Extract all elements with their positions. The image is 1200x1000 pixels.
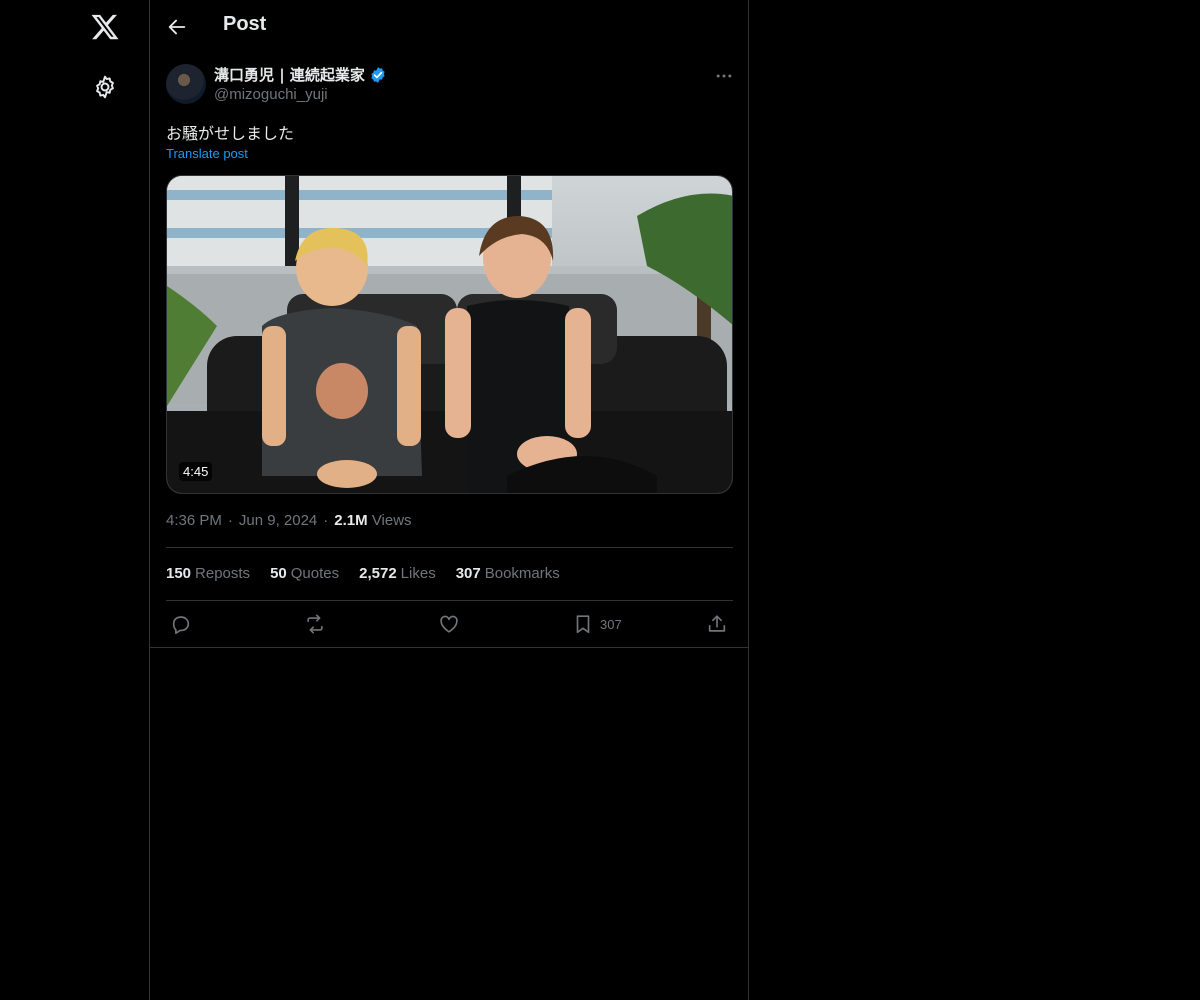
author-handle[interactable]: @mizoguchi_yuji [214, 86, 328, 103]
x-logo-icon[interactable] [90, 12, 120, 42]
post-author: 溝口勇児 | 連続起業家 @mizoguchi_yuji [166, 64, 734, 108]
author-name-row: 溝口勇児 | 連続起業家 [214, 64, 387, 85]
gear-icon[interactable] [92, 74, 118, 100]
post-column: Post 溝口勇児 | 連続起業家 @mizoguchi_yuji お騒がせしま… [149, 0, 749, 1000]
arrow-left-icon[interactable] [166, 16, 188, 38]
meta-separator: · [323, 512, 329, 529]
bookmark-icon [576, 615, 590, 634]
views-count: 2.1M [334, 512, 368, 529]
page-title: Post [223, 13, 267, 35]
reply-icon [172, 616, 190, 634]
post-actions: 307 [166, 612, 733, 638]
bookmarks-label: Bookmarks [484, 565, 560, 582]
meta-separator: · [227, 512, 233, 529]
reply-button[interactable] [170, 612, 192, 636]
repost-button[interactable] [304, 612, 326, 636]
quotes-label: Quotes [290, 565, 340, 582]
likes-stat[interactable]: 2,572 Likes [359, 565, 436, 582]
repost-icon [307, 614, 323, 634]
verified-badge-icon[interactable] [369, 66, 387, 84]
author-display-name[interactable]: 溝口勇児 | 連続起業家 [214, 64, 365, 85]
translate-post-link[interactable]: Translate post [166, 146, 248, 161]
bookmarks-stat[interactable]: 307 Bookmarks [456, 565, 560, 582]
post-time[interactable]: 4:36 PM [166, 512, 222, 529]
reposts-label: Reposts [195, 565, 251, 582]
likes-label: Likes [400, 565, 436, 582]
post-text: お騒がせしました [166, 124, 295, 143]
video-duration-badge: 4:45 [179, 462, 213, 481]
views-label: Views [371, 512, 412, 529]
video-thumbnail [167, 176, 732, 493]
page-header: Post [150, 0, 749, 54]
likes-count: 2,572 [359, 565, 397, 582]
post-stats: 150 Reposts 50 Quotes 2,572 Likes 307 Bookma… [166, 565, 560, 582]
reposts-stat[interactable]: 150 Reposts [166, 565, 250, 582]
heart-icon [440, 615, 458, 633]
divider [166, 600, 733, 601]
post-date[interactable]: Jun 9, 2024 [239, 512, 317, 529]
divider [166, 547, 733, 548]
share-icon [708, 615, 726, 632]
views-stat: 2.1M Views [334, 512, 411, 529]
reposts-count: 150 [166, 565, 192, 582]
quotes-count: 50 [270, 565, 287, 582]
avatar[interactable] [166, 64, 206, 104]
video-player[interactable]: 4:45 [166, 175, 733, 494]
bookmarks-count: 307 [455, 565, 481, 582]
side-navigation [0, 0, 150, 1000]
post-meta: 4:36 PM · Jun 9, 2024 · 2.1M Views [166, 512, 412, 529]
like-button[interactable] [438, 612, 460, 636]
quotes-stat[interactable]: 50 Quotes [270, 565, 339, 582]
divider [150, 647, 749, 648]
bookmark-button[interactable]: 307 [572, 612, 622, 636]
share-button[interactable] [706, 612, 728, 636]
bookmark-count: 307 [600, 616, 622, 632]
more-horizontal-icon[interactable] [714, 66, 734, 86]
